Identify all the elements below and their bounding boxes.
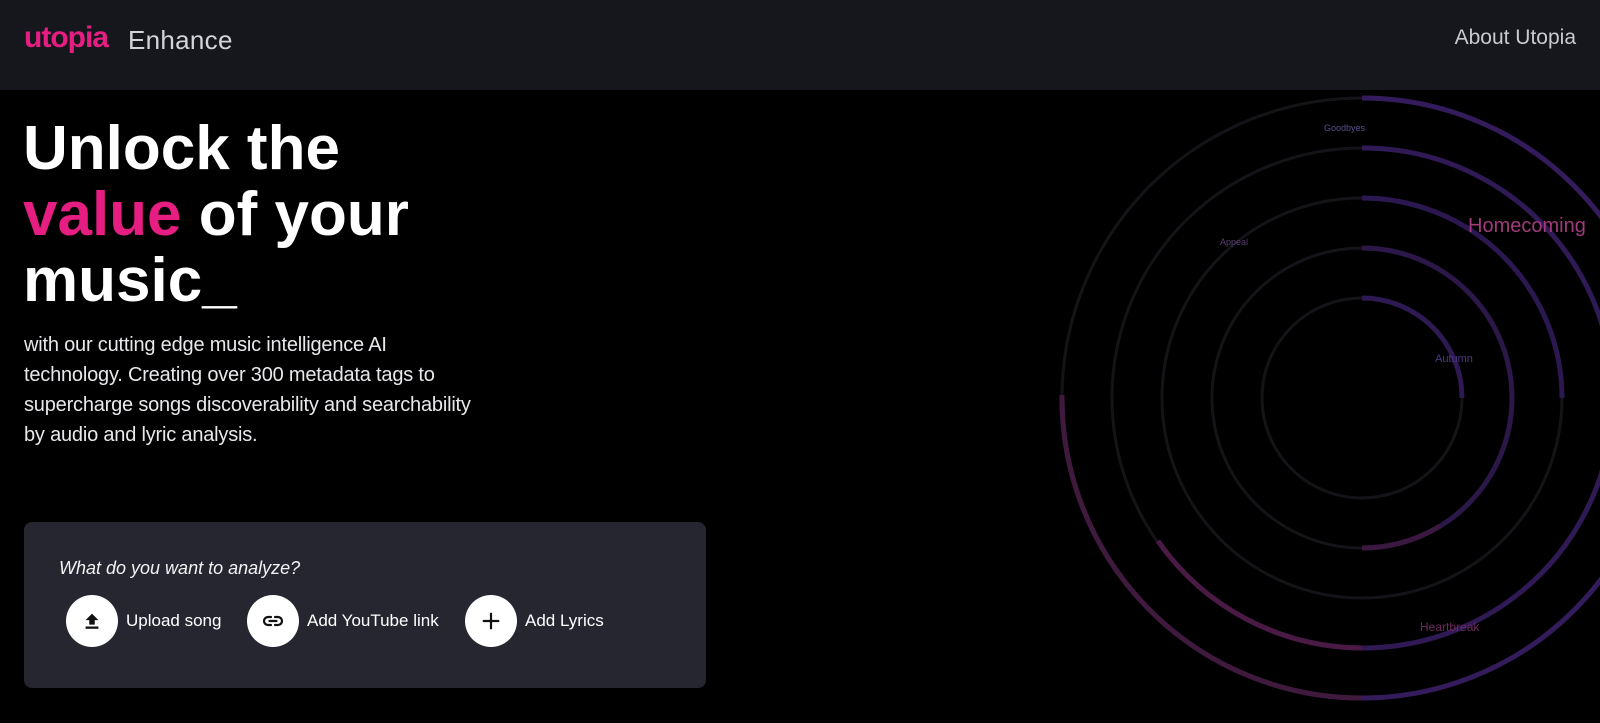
tag-heartbreak: Heartbreak: [1420, 620, 1480, 634]
hero-title-accent: value: [23, 180, 182, 249]
upload-song-button[interactable]: Upload song: [66, 595, 221, 647]
hero-description: with our cutting edge music intelligence…: [24, 334, 471, 446]
outer-ring-magenta-arc: [1059, 394, 1363, 701]
analyze-panel: What do you want to analyze? Upload song…: [24, 522, 706, 688]
ring-4-arc: [1361, 245, 1515, 551]
outer-ring-arc: [1059, 95, 1600, 701]
link-icon: [247, 595, 299, 647]
utopia-logo[interactable]: utopia: [24, 22, 112, 58]
ring-4-magenta-arc: [1361, 523, 1442, 551]
top-bar: utopia Enhance About Utopia: [0, 0, 1600, 90]
ring-5-arc: [1361, 295, 1465, 399]
analyze-question: What do you want to analyze?: [59, 558, 301, 578]
add-youtube-link-label: Add YouTube link: [307, 611, 439, 630]
hero-title: Unlock the value of your music_: [23, 116, 503, 314]
ring-arcs: [1059, 95, 1600, 701]
upload-icon: [66, 595, 118, 647]
tag-rings-visualization: Goodbyes Homecoming Appeal Autumn Heartb…: [1059, 95, 1600, 701]
tag-homecoming: Homecoming: [1468, 215, 1586, 237]
tag-appeal: Appeal: [1220, 237, 1248, 247]
about-utopia-link[interactable]: About Utopia: [1455, 26, 1576, 50]
hero-title-line1: Unlock the: [23, 114, 340, 183]
product-name: Enhance: [128, 25, 233, 55]
ring-tracks: [1060, 96, 1600, 700]
add-youtube-link-button[interactable]: Add YouTube link: [247, 595, 439, 647]
logo-wordmark: utopia: [24, 22, 109, 54]
ring-arcs-magenta: [1059, 394, 1442, 701]
add-lyrics-button[interactable]: Add Lyrics: [465, 595, 604, 647]
hero-title-line3: music_: [23, 246, 237, 315]
tag-goodbyes: Goodbyes: [1324, 123, 1366, 133]
upload-song-label: Upload song: [126, 611, 222, 630]
tag-autumn: Autumn: [1435, 353, 1473, 365]
add-lyrics-label: Add Lyrics: [525, 611, 604, 630]
hero-title-line2: of your: [181, 180, 409, 249]
plus-icon: [465, 595, 517, 647]
